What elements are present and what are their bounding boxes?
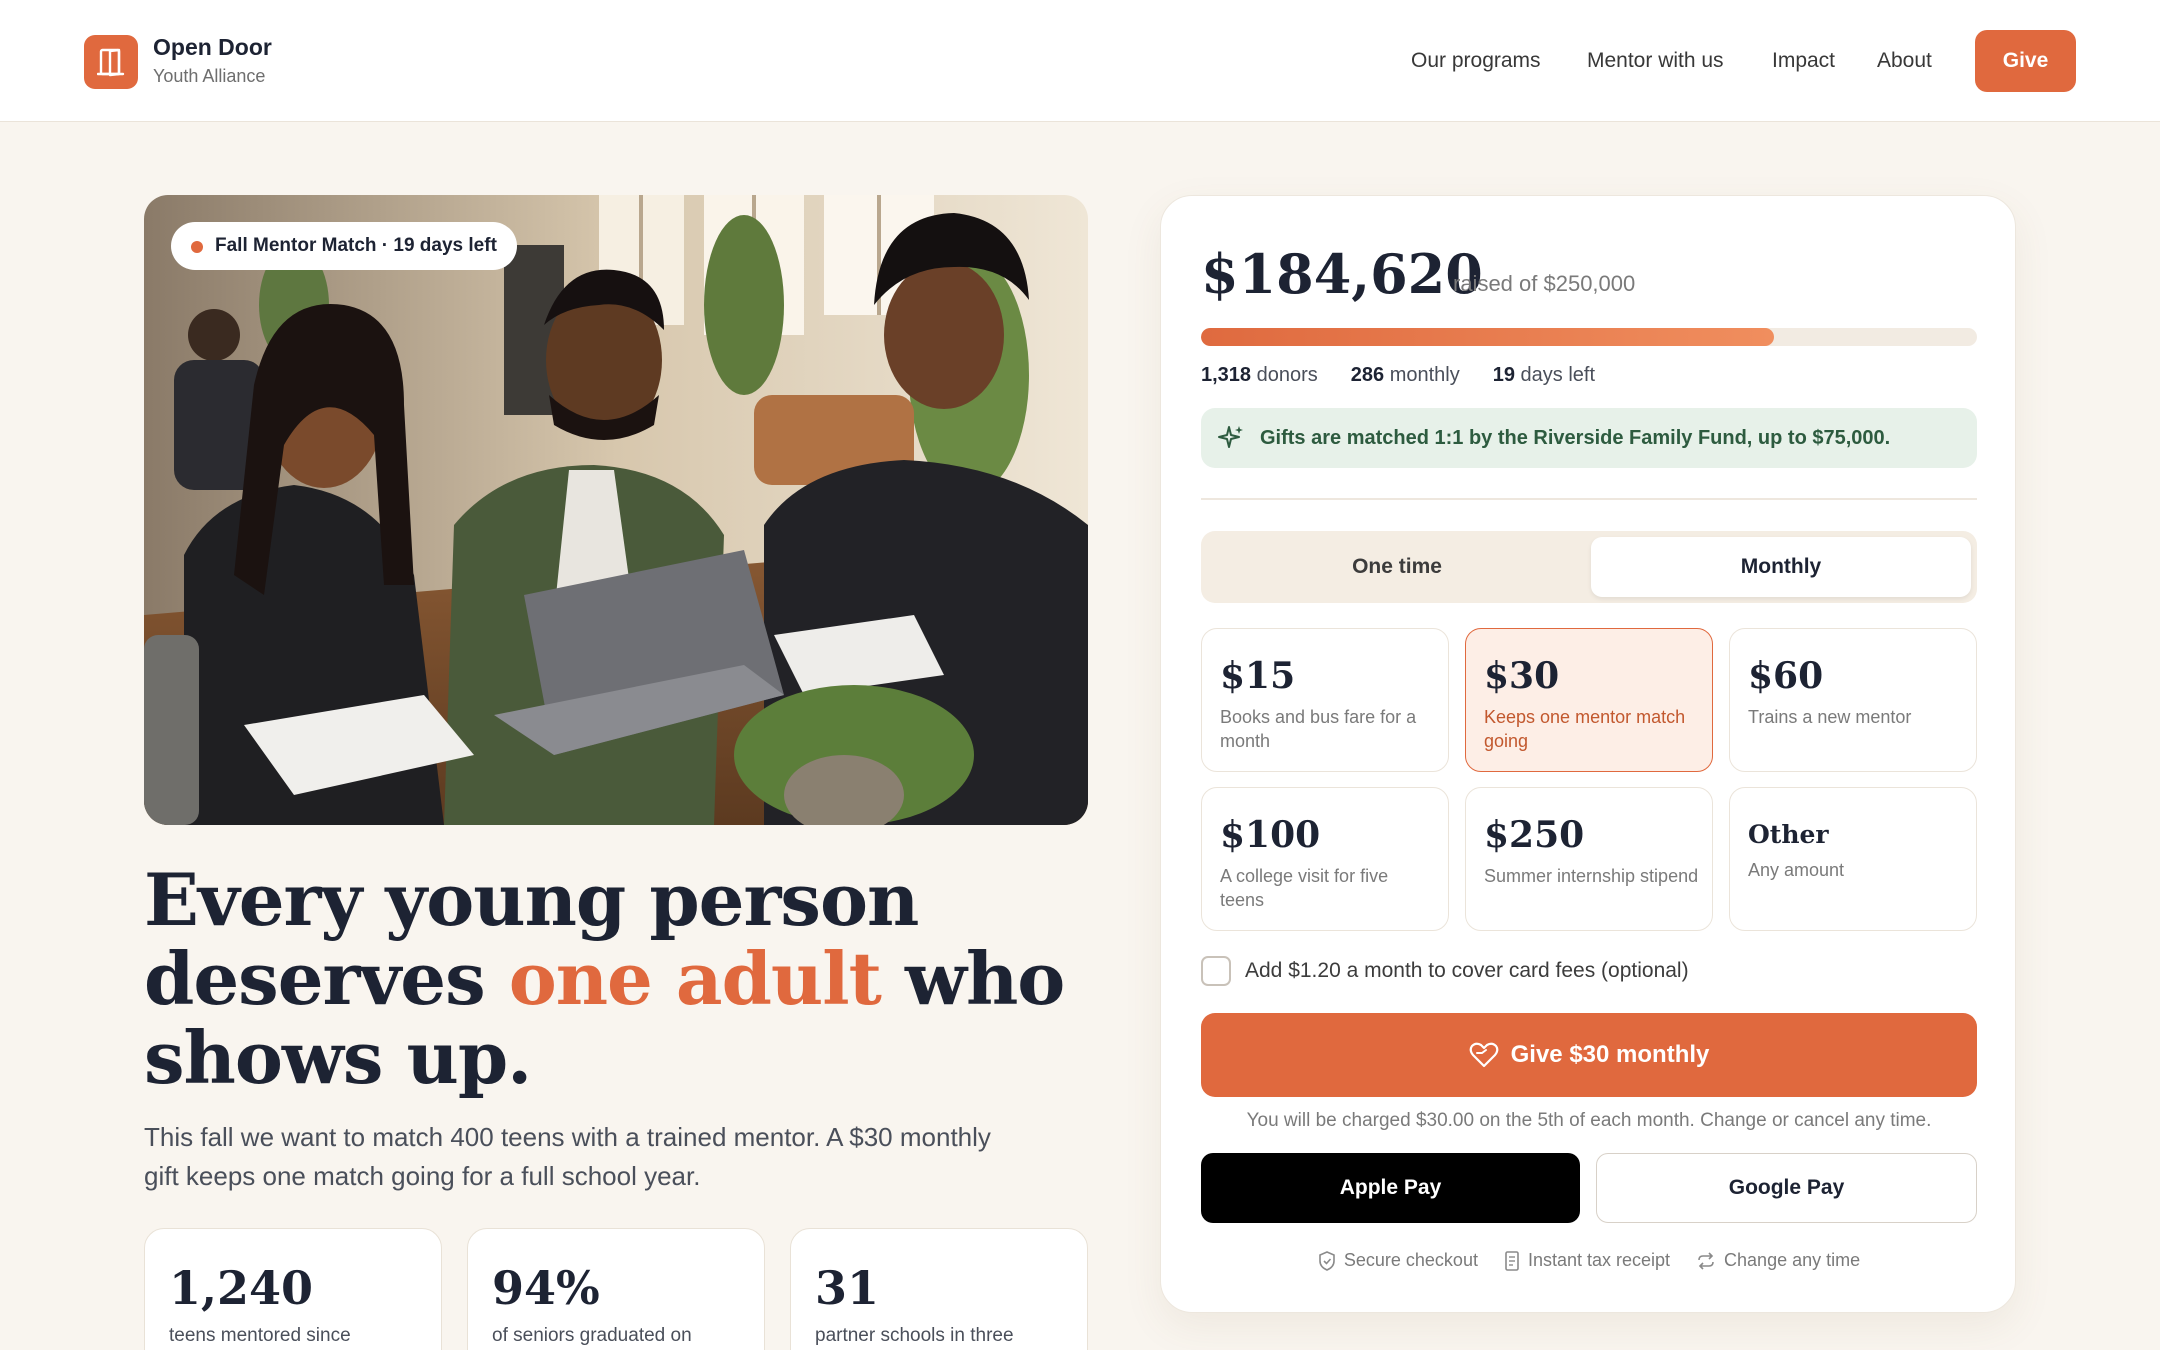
stat-number: 1,240 (169, 1261, 314, 1315)
fundraising-progress-bar (1201, 328, 1977, 346)
apple-pay-button[interactable]: Apple Pay (1201, 1153, 1580, 1223)
amount-tier-100[interactable]: $100 A college visit for five teens (1201, 787, 1449, 931)
brand-name[interactable]: Open Door (153, 34, 272, 61)
cover-fees-label[interactable]: Add $1.20 a month to cover card fees (op… (1245, 959, 1689, 983)
tier-amount: $15 (1220, 655, 1296, 697)
nav-impact[interactable]: Impact (1772, 49, 1835, 73)
stat-label: teens mentored since (169, 1325, 351, 1346)
stat-number: 94% (492, 1261, 600, 1315)
campaign-badge: Fall Mentor Match · 19 days left (171, 222, 517, 270)
headline-line-3: shows up. (144, 1015, 532, 1100)
tier-description: A college visit for five teens (1220, 866, 1389, 910)
amount-tier-60[interactable]: $60 Trains a new mentor (1729, 628, 1977, 772)
trust-row: Secure checkout Instant tax receipt Chan… (1161, 1250, 2017, 1271)
trust-item: Change any time (1696, 1250, 1860, 1271)
stat-card: 94% of seniors graduated on (467, 1228, 765, 1350)
site-header: Open Door Youth Alliance Our programs Me… (0, 0, 2160, 122)
charge-note: You will be charged $30.00 on the 5th of… (1246, 1110, 1932, 1131)
tier-amount: $30 (1484, 655, 1560, 697)
trust-item: Secure checkout (1318, 1250, 1478, 1271)
tier-description: Trains a new mentor (1748, 707, 1912, 727)
hero-intro: This fall we want to match 400 teens wit… (144, 1122, 991, 1191)
amount-raised: $184,620 (1201, 242, 1483, 306)
live-dot-icon (191, 241, 203, 253)
repeat-icon (1698, 1251, 1714, 1270)
campaign-meta: 1,318 donors 286 monthly 19 days left (1201, 364, 1595, 387)
shield-icon (1319, 1250, 1335, 1271)
amount-tier-30[interactable]: $30 Keeps one mentor match going (1465, 628, 1713, 772)
amount-tier-other[interactable]: Other Any amount (1729, 787, 1977, 931)
days-left-stat: 19 days left (1492, 364, 1596, 386)
headline-line-2a: deserves (144, 936, 509, 1021)
toggle-monthly[interactable]: Monthly (1591, 537, 1971, 597)
stat-card: 31 partner schools in three (790, 1228, 1088, 1350)
tier-description: Books and bus fare for a month (1220, 707, 1417, 751)
headline-accent: one adult (508, 936, 882, 1021)
match-text: Gifts are matched 1:1 by the Riverside F… (1260, 426, 1891, 449)
tier-amount: $250 (1484, 814, 1585, 856)
nav-about[interactable]: About (1877, 49, 1932, 73)
goal-text: raised of $250,000 (1453, 271, 1636, 296)
donation-panel: $184,620 raised of $250,000 1,318 donors… (1160, 195, 2016, 1313)
divider (1201, 498, 1977, 500)
match-banner: Gifts are matched 1:1 by the Riverside F… (1201, 408, 1977, 468)
nav-our-programs[interactable]: Our programs (1411, 49, 1541, 73)
logo[interactable] (84, 35, 138, 89)
sparkle-icon (1218, 426, 1243, 448)
frequency-toggle: One time Monthly (1201, 531, 1977, 603)
tier-description: Summer internship stipend (1484, 866, 1699, 886)
give-button[interactable]: Give (1975, 30, 2076, 92)
amount-tier-250[interactable]: $250 Summer internship stipend (1465, 787, 1713, 931)
stat-label: of seniors graduated on (492, 1325, 692, 1346)
monthly-stat: 286 monthly (1350, 364, 1460, 386)
receipt-icon (1505, 1250, 1519, 1271)
amount-tier-15[interactable]: $15 Books and bus fare for a month (1201, 628, 1449, 772)
hero-photo: Fall Mentor Match · 19 days left (144, 195, 1088, 825)
toggle-one-time[interactable]: One time (1207, 537, 1587, 597)
tier-description: Any amount (1748, 860, 1845, 880)
headline-line-1: Every young person (144, 857, 919, 942)
tier-description: Keeps one mentor match going (1484, 707, 1686, 751)
headline-line-2b: who (880, 936, 1065, 1021)
cta-label: Give $30 monthly (1510, 1041, 1710, 1068)
stat-label: partner schools in three (815, 1325, 1014, 1346)
mentoring-photo (144, 195, 1088, 825)
tier-amount: Other (1748, 820, 1829, 849)
donors-stat: 1,318 donors (1201, 364, 1318, 386)
campaign-badge-text: Fall Mentor Match · 19 days left (215, 235, 497, 256)
stat-card: 1,240 teens mentored since (144, 1228, 442, 1350)
stat-number: 31 (815, 1261, 880, 1315)
progress-fill (1201, 328, 1774, 346)
brand-subtitle: Youth Alliance (153, 66, 266, 86)
hero-headline: Every young person deserves one adult wh… (144, 860, 1094, 1097)
google-pay-button[interactable]: Google Pay (1596, 1153, 1977, 1223)
tier-amount: $60 (1748, 655, 1824, 697)
cover-fees-checkbox[interactable] (1201, 956, 1231, 986)
give-monthly-button[interactable]: Give $30 monthly (1201, 1013, 1977, 1097)
heart-hand-icon (1469, 1042, 1498, 1068)
trust-item: Instant tax receipt (1504, 1250, 1670, 1271)
tier-amount: $100 (1220, 814, 1321, 856)
nav-mentor-with-us[interactable]: Mentor with us (1587, 49, 1724, 73)
door-icon (97, 48, 125, 77)
